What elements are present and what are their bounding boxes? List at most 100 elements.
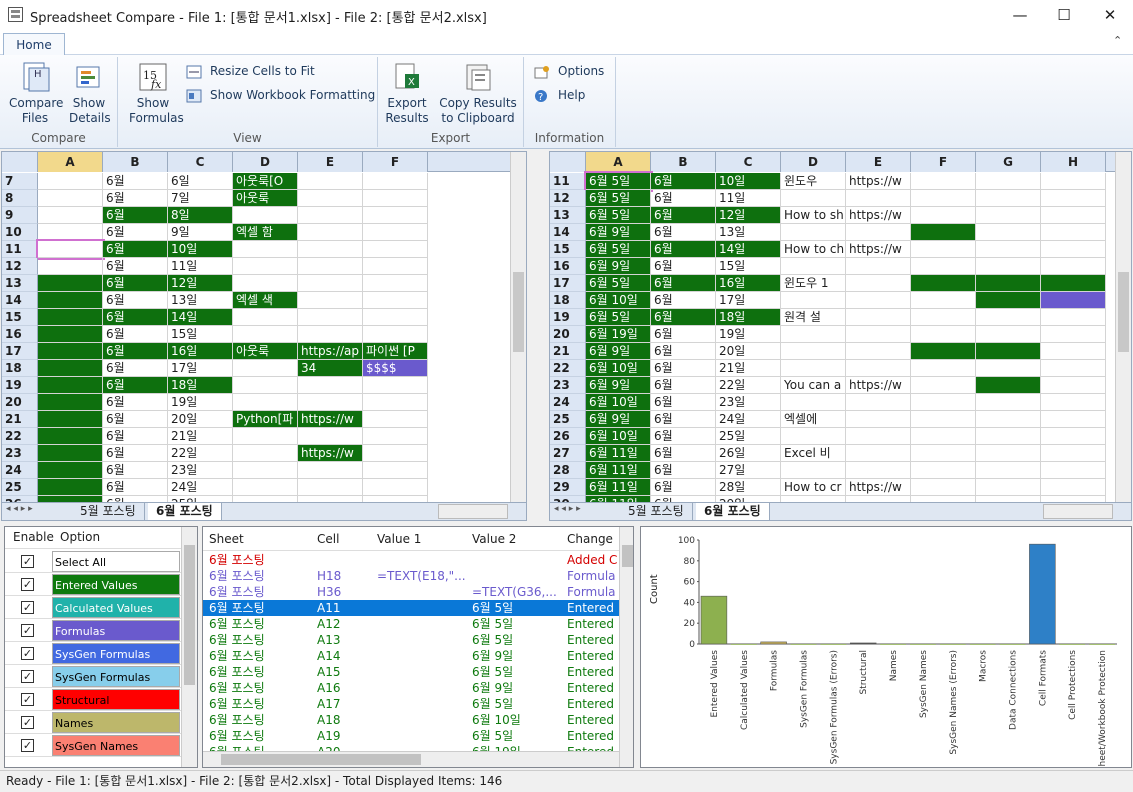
grid-cell[interactable] (911, 309, 976, 326)
result-row[interactable]: 6월 포스팅 A13 6월 5일 Entered (203, 632, 623, 648)
option-row[interactable]: ✓ Names (5, 711, 181, 734)
grid-cell[interactable] (781, 462, 846, 479)
grid-cell[interactable] (1041, 241, 1106, 258)
grid-cell[interactable]: 6월 (103, 190, 168, 207)
grid-cell[interactable] (781, 224, 846, 241)
grid-cell[interactable] (976, 377, 1041, 394)
grid-cell[interactable] (233, 360, 298, 377)
grid-cell[interactable] (911, 326, 976, 343)
row-header[interactable]: 19 (550, 309, 586, 326)
option-checkbox[interactable]: ✓ (21, 647, 34, 660)
grid-cell[interactable]: 18일 (716, 309, 781, 326)
grid-cell[interactable] (38, 190, 103, 207)
grid-cell[interactable] (911, 462, 976, 479)
grid-cell[interactable]: 13일 (168, 292, 233, 309)
grid-cell[interactable] (38, 224, 103, 241)
help-button[interactable]: ? Help (534, 86, 585, 104)
grid-cell[interactable]: 6월 (651, 411, 716, 428)
row-header[interactable]: 20 (550, 326, 586, 343)
grid-cell[interactable]: 21일 (716, 360, 781, 377)
grid-cell[interactable] (1041, 360, 1106, 377)
grid-cell[interactable]: 34 (298, 360, 363, 377)
grid-vscrollbar[interactable] (510, 152, 526, 502)
grid-cell[interactable]: 6월 5일 (586, 190, 651, 207)
grid-hscrollbar[interactable] (1043, 504, 1113, 519)
row-header[interactable]: 12 (550, 190, 586, 207)
grid-cell[interactable] (976, 173, 1041, 190)
grid-cell[interactable] (298, 241, 363, 258)
grid-cell[interactable]: 20일 (716, 343, 781, 360)
grid-cell[interactable] (911, 241, 976, 258)
grid-cell[interactable]: 11일 (168, 258, 233, 275)
column-header[interactable]: D (781, 152, 846, 172)
grid-cell[interactable] (298, 275, 363, 292)
grid-cell[interactable]: Excel 비 (781, 445, 846, 462)
grid-cell[interactable]: https://ap (298, 343, 363, 360)
grid-cell[interactable]: How to sh (781, 207, 846, 224)
grid-cell[interactable] (911, 428, 976, 445)
grid-cell[interactable] (846, 275, 911, 292)
column-header[interactable]: H (1041, 152, 1106, 172)
grid-cell[interactable] (298, 462, 363, 479)
grid-cell[interactable] (911, 275, 976, 292)
grid-cell[interactable] (1041, 292, 1106, 309)
results-vscrollbar[interactable] (619, 527, 633, 767)
grid-cell[interactable]: 6월 9일 (586, 377, 651, 394)
sheet-nav-arrows[interactable]: ◂ ◂ ▸ ▸ (6, 504, 33, 514)
minimize-button[interactable]: — (997, 0, 1043, 31)
grid-cell[interactable]: 6월 (651, 309, 716, 326)
grid-cell[interactable]: 6월 (651, 343, 716, 360)
row-header[interactable]: 14 (550, 224, 586, 241)
grid-cell[interactable] (38, 462, 103, 479)
grid-cell[interactable] (846, 343, 911, 360)
grid-cell[interactable] (976, 394, 1041, 411)
row-header[interactable]: 18 (2, 360, 38, 377)
row-header[interactable]: 21 (2, 411, 38, 428)
grid-cell[interactable] (298, 479, 363, 496)
grid-cell[interactable] (976, 258, 1041, 275)
grid-cell[interactable] (976, 207, 1041, 224)
option-row[interactable]: ✓ SysGen Formulas Errors (5, 665, 181, 705)
grid-cell[interactable]: https://w (846, 173, 911, 190)
grid-cell[interactable] (846, 190, 911, 207)
row-header[interactable]: 12 (2, 258, 38, 275)
option-checkbox[interactable]: ✓ (21, 624, 34, 637)
grid-cell[interactable] (38, 309, 103, 326)
grid-cell[interactable] (233, 479, 298, 496)
grid-cell[interactable] (363, 445, 428, 462)
option-checkbox[interactable]: ✓ (21, 739, 34, 752)
grid-cell[interactable]: 6월 (651, 258, 716, 275)
grid-cell[interactable] (1041, 445, 1106, 462)
grid-cell[interactable] (38, 173, 103, 190)
row-header[interactable]: 22 (550, 360, 586, 377)
grid-cell[interactable]: 12일 (168, 275, 233, 292)
row-header[interactable]: 23 (550, 377, 586, 394)
grid-cell[interactable] (911, 224, 976, 241)
grid-cell[interactable] (1041, 343, 1106, 360)
options-button[interactable]: Options (534, 62, 604, 80)
grid-cell[interactable] (911, 479, 976, 496)
row-header[interactable]: 15 (2, 309, 38, 326)
grid-cell[interactable] (1041, 309, 1106, 326)
grid-cell[interactable] (781, 343, 846, 360)
grid-cell[interactable]: 22일 (716, 377, 781, 394)
column-header[interactable]: B (651, 152, 716, 172)
grid-cell[interactable] (363, 207, 428, 224)
grid-cell[interactable]: 6월 (651, 428, 716, 445)
grid-cell[interactable] (38, 377, 103, 394)
grid-corner[interactable] (550, 152, 586, 172)
grid-cell[interactable]: 24일 (716, 411, 781, 428)
grid-cell[interactable]: Python[파 (233, 411, 298, 428)
grid-cell[interactable]: 파이썬 [P (363, 343, 428, 360)
grid-cell[interactable] (233, 326, 298, 343)
grid-cell[interactable]: https://w (846, 479, 911, 496)
grid-cell[interactable] (363, 224, 428, 241)
grid-cell[interactable] (976, 428, 1041, 445)
row-header[interactable]: 23 (2, 445, 38, 462)
grid-cell[interactable]: 6월 10일 (586, 360, 651, 377)
grid-cell[interactable]: 10일 (168, 241, 233, 258)
grid-cell[interactable] (298, 292, 363, 309)
grid-cell[interactable] (976, 411, 1041, 428)
grid-cell[interactable]: 24일 (168, 479, 233, 496)
grid-cell[interactable]: 아웃룩 (233, 343, 298, 360)
